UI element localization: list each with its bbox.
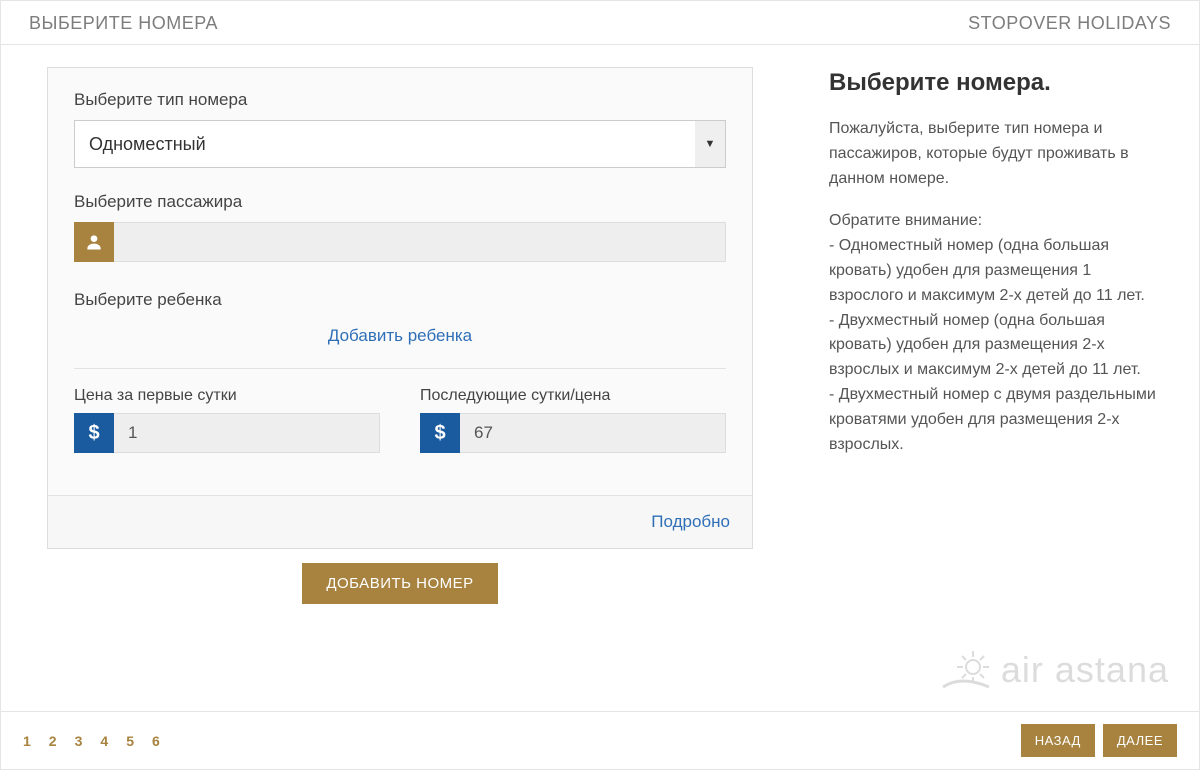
dollar-icon: $	[420, 413, 460, 453]
sidebar-intro: Пожалуйста, выберите тип номера и пассаж…	[829, 117, 1169, 191]
pager: 1 2 3 4 5 6	[23, 733, 160, 749]
note-item: - Двухместный номер с двумя раздельными …	[829, 383, 1169, 457]
body: Выберите тип номера Одноместный ▼ Выбери…	[1, 45, 1199, 711]
note-item: - Одноместный номер (одна большая кроват…	[829, 234, 1169, 308]
add-room-button[interactable]: ДОБАВИТЬ НОМЕР	[302, 563, 497, 604]
room-type-label: Выберите тип номера	[74, 90, 726, 110]
page-step[interactable]: 2	[49, 733, 57, 749]
room-card: Выберите тип номера Одноместный ▼ Выбери…	[47, 67, 753, 549]
next-night-input-wrap: $	[420, 413, 726, 453]
add-child-link[interactable]: Добавить ребенка	[328, 326, 472, 345]
page-step[interactable]: 6	[152, 733, 160, 749]
next-night-label: Последующие сутки/цена	[420, 387, 726, 405]
first-night-input[interactable]	[114, 413, 380, 453]
first-night-input-wrap: $	[74, 413, 380, 453]
page-step[interactable]: 3	[75, 733, 83, 749]
brand-logo: air astana	[829, 649, 1169, 691]
room-type-select[interactable]: Одноместный	[74, 120, 726, 168]
first-night-col: Цена за первые сутки $	[74, 387, 380, 453]
header-title-right: STOPOVER HOLIDAYS	[968, 13, 1171, 34]
sidebar: Выберите номера. Пожалуйста, выберите ти…	[799, 45, 1199, 711]
details-link[interactable]: Подробно	[651, 512, 730, 531]
add-child-row: Добавить ребенка	[74, 320, 726, 369]
next-button[interactable]: ДАЛЕЕ	[1103, 724, 1177, 757]
note-item: - Двухместный номер (одна большая кроват…	[829, 309, 1169, 383]
next-night-col: Последующие сутки/цена $	[420, 387, 726, 453]
card-footer: Подробно	[48, 495, 752, 548]
main-inner: Выберите тип номера Одноместный ▼ Выбери…	[1, 45, 799, 711]
dollar-icon: $	[74, 413, 114, 453]
sidebar-title: Выберите номера.	[829, 69, 1169, 97]
brand-text: air astana	[1001, 649, 1169, 691]
page-step[interactable]: 1	[23, 733, 31, 749]
next-night-input[interactable]	[460, 413, 726, 453]
footer-buttons: НАЗАД ДАЛЕЕ	[1021, 724, 1177, 757]
person-icon	[74, 222, 114, 262]
first-night-label: Цена за первые сутки	[74, 387, 380, 405]
main-scroll-area[interactable]: Выберите тип номера Одноместный ▼ Выбери…	[1, 45, 799, 711]
app-window: ВЫБЕРИТЕ НОМЕРА STOPOVER HOLIDAYS Выбери…	[0, 0, 1200, 770]
passenger-row	[74, 222, 726, 262]
child-label: Выберите ребенка	[74, 290, 726, 310]
add-room-row: ДОБАВИТЬ НОМЕР	[47, 563, 753, 604]
sidebar-notes: Обратите внимание: - Одноместный номер (…	[829, 209, 1169, 457]
passenger-label: Выберите пассажира	[74, 192, 726, 212]
sidebar-content: Выберите номера. Пожалуйста, выберите ти…	[829, 69, 1169, 457]
sun-icon	[941, 649, 991, 691]
header: ВЫБЕРИТЕ НОМЕРА STOPOVER HOLIDAYS	[1, 1, 1199, 45]
page-step[interactable]: 5	[126, 733, 134, 749]
footer: 1 2 3 4 5 6 НАЗАД ДАЛЕЕ	[1, 711, 1199, 769]
passenger-input[interactable]	[114, 222, 726, 262]
page-step[interactable]: 4	[100, 733, 108, 749]
room-type-select-wrap: Одноместный ▼	[74, 120, 726, 168]
header-title-left: ВЫБЕРИТЕ НОМЕРА	[29, 13, 218, 34]
back-button[interactable]: НАЗАД	[1021, 724, 1095, 757]
price-row: Цена за первые сутки $ Последующие сутки…	[74, 387, 726, 453]
note-title: Обратите внимание:	[829, 209, 1169, 234]
